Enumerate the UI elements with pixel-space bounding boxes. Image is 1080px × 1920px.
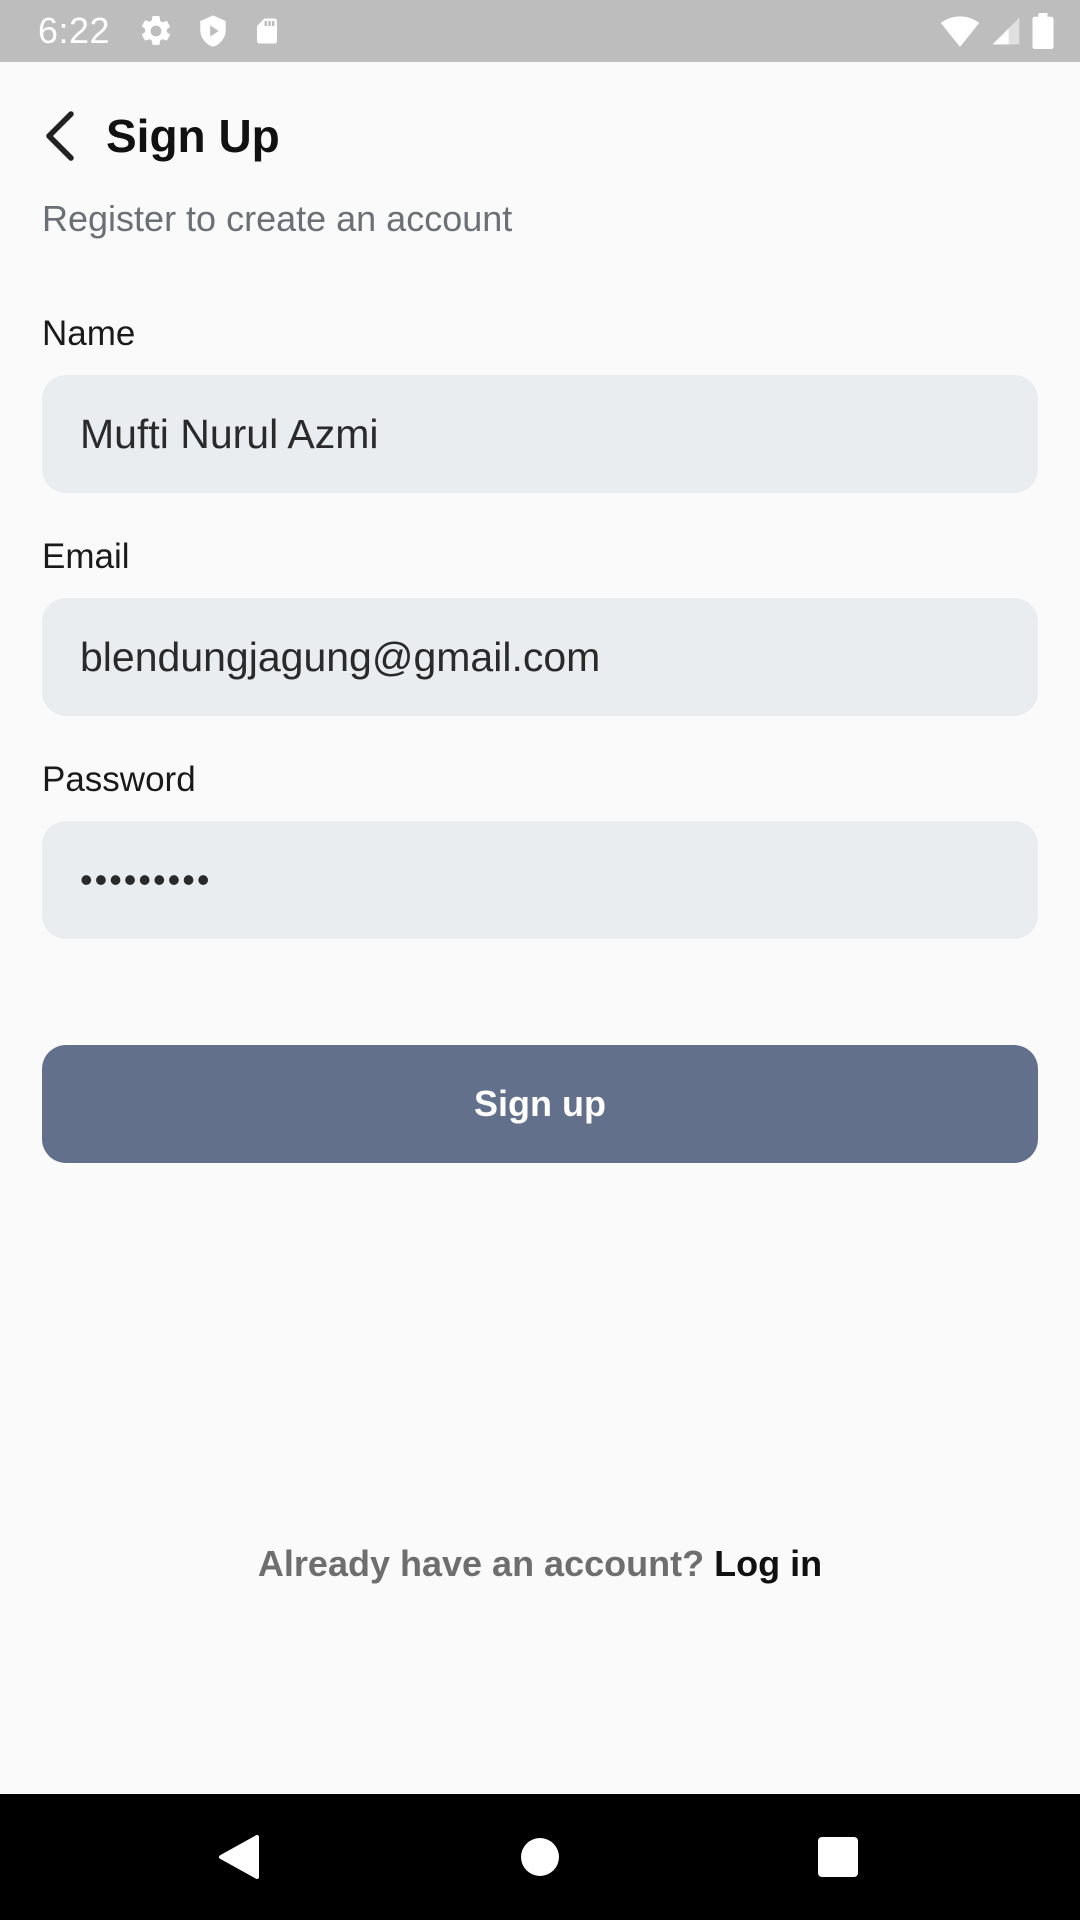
page-title: Sign Up — [106, 110, 280, 162]
battery-icon — [1032, 13, 1054, 49]
chevron-left-icon — [46, 111, 74, 161]
status-bar: 6:22 — [0, 0, 1080, 62]
name-label: Name — [42, 314, 136, 353]
login-prompt: Already have an account? Log in — [0, 1543, 1080, 1585]
circle-home-icon — [521, 1838, 559, 1876]
sd-card-icon — [252, 13, 282, 49]
login-question: Already have an account? — [257, 1543, 705, 1584]
signup-button[interactable]: Sign up — [42, 1045, 1038, 1163]
password-field-value: ••••••••• — [80, 859, 212, 900]
nav-recents-button[interactable] — [805, 1824, 871, 1890]
name-field-value: Mufti Nurul Azmi — [80, 410, 379, 457]
shield-icon — [196, 13, 230, 49]
cell-signal-icon — [990, 14, 1022, 48]
status-left-icons — [138, 13, 282, 49]
triangle-back-icon — [219, 1835, 259, 1879]
status-time: 6:22 — [38, 10, 111, 51]
signup-button-label: Sign up — [474, 1083, 606, 1124]
wifi-icon — [940, 14, 980, 48]
status-right-icons — [940, 13, 1054, 49]
nav-back-button[interactable] — [206, 1824, 272, 1890]
nav-home-button[interactable] — [507, 1824, 573, 1890]
email-field-value: blendungjagung@gmail.com — [80, 633, 601, 680]
password-field[interactable]: ••••••••• — [42, 821, 1038, 939]
square-recents-icon — [818, 1837, 858, 1877]
email-label: Email — [42, 537, 130, 576]
page-subtitle: Register to create an account — [42, 198, 513, 239]
back-button[interactable] — [36, 108, 80, 164]
login-link[interactable]: Log in — [714, 1543, 822, 1584]
settings-icon — [138, 13, 174, 49]
email-field[interactable]: blendungjagung@gmail.com — [42, 598, 1038, 716]
password-label: Password — [42, 760, 196, 799]
navigation-bar — [0, 1794, 1080, 1920]
name-field[interactable]: Mufti Nurul Azmi — [42, 375, 1038, 493]
